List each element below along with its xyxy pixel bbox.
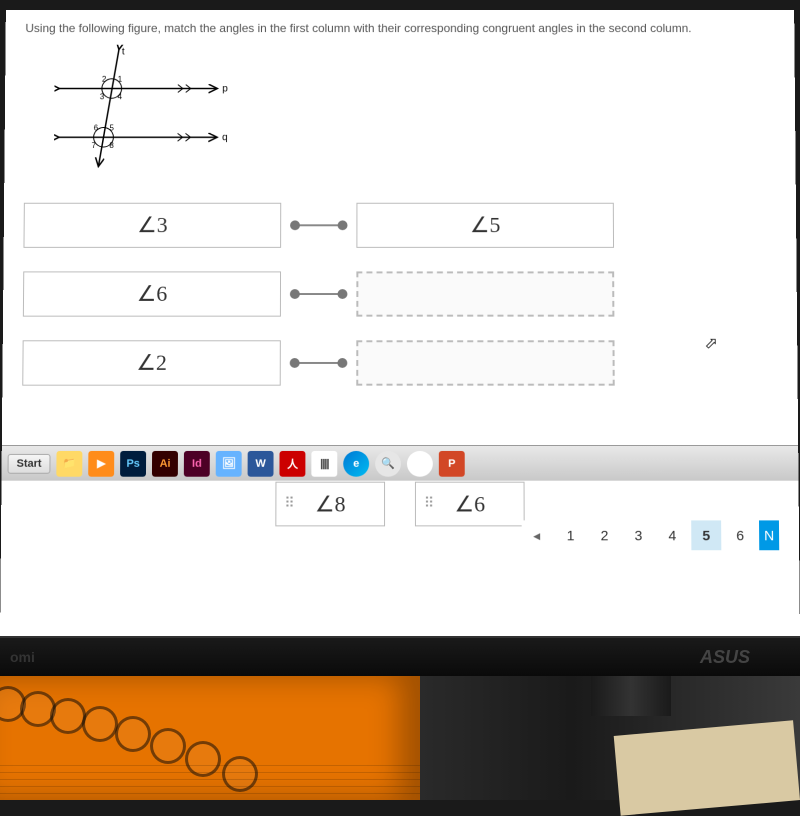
page-6-button[interactable]: 6 bbox=[725, 520, 755, 550]
edge-browser-icon[interactable]: e bbox=[343, 450, 369, 476]
page-5-button[interactable]: 5 bbox=[691, 520, 721, 550]
barcode-icon[interactable]: |||| bbox=[311, 450, 337, 476]
connector-icon bbox=[289, 360, 349, 366]
match-left-2[interactable]: ∠6 bbox=[23, 271, 281, 316]
indesign-icon[interactable]: Id bbox=[184, 450, 210, 476]
page-next-button[interactable]: N bbox=[759, 520, 779, 550]
match-right-1[interactable]: ∠5 bbox=[356, 203, 614, 248]
monitor-stand bbox=[591, 676, 671, 716]
illustrator-icon[interactable]: Ai bbox=[152, 450, 178, 476]
image-viewer-icon[interactable]: 🖼 bbox=[216, 450, 242, 476]
photoshop-icon[interactable]: Ps bbox=[120, 450, 146, 476]
paper bbox=[614, 720, 800, 815]
start-button[interactable]: Start bbox=[8, 453, 51, 473]
page-prev-button[interactable]: ◂ bbox=[522, 520, 552, 550]
page-1-button[interactable]: 1 bbox=[556, 520, 586, 550]
choice-label: ∠6 bbox=[454, 491, 485, 517]
page-2-button[interactable]: 2 bbox=[589, 520, 619, 550]
choice-2[interactable]: ⠿ ∠6 bbox=[415, 482, 525, 527]
match-left-1[interactable]: ∠3 bbox=[23, 203, 281, 248]
word-icon[interactable]: W bbox=[248, 450, 274, 476]
question-text: Using the following figure, match the an… bbox=[25, 21, 774, 35]
svg-text:7: 7 bbox=[92, 141, 96, 150]
svg-text:4: 4 bbox=[118, 92, 123, 101]
svg-text:8: 8 bbox=[109, 141, 114, 150]
desk-area bbox=[0, 676, 800, 800]
label-p: p bbox=[222, 84, 228, 95]
notebook bbox=[0, 676, 420, 800]
svg-text:6: 6 bbox=[94, 124, 99, 133]
svg-text:2: 2 bbox=[102, 75, 106, 84]
pagination: ◂ 1 2 3 4 5 6 N bbox=[522, 520, 780, 550]
drag-handle-icon: ⠿ bbox=[424, 496, 432, 513]
folder-icon[interactable]: 📁 bbox=[56, 450, 82, 476]
page-4-button[interactable]: 4 bbox=[657, 520, 687, 550]
match-right-2-dropzone[interactable] bbox=[356, 271, 614, 316]
monitor-bezel: omi ASUS bbox=[0, 636, 800, 676]
geometry-figure: t p q 2 1 3 4 6 5 7 8 bbox=[54, 45, 776, 172]
pdf-reader-icon[interactable]: 人 bbox=[280, 450, 306, 476]
port-label: omi bbox=[10, 649, 35, 665]
chrome-icon[interactable]: ◉ bbox=[407, 450, 433, 476]
svg-text:5: 5 bbox=[109, 124, 114, 133]
matching-area: ∠3 ∠5 ∠6 ∠2 ⬀ bbox=[22, 201, 779, 457]
svg-text:3: 3 bbox=[100, 92, 105, 101]
connector-icon bbox=[289, 291, 349, 297]
taskbar: Start 📁 ▶ Ps Ai Id 🖼 W 人 |||| e 🔍 ◉ P bbox=[1, 445, 798, 481]
label-q: q bbox=[222, 132, 228, 143]
connector-icon bbox=[289, 222, 348, 228]
drag-handle-icon: ⠿ bbox=[284, 496, 292, 513]
magnifier-icon[interactable]: 🔍 bbox=[375, 450, 401, 476]
svg-text:1: 1 bbox=[118, 75, 123, 84]
page-3-button[interactable]: 3 bbox=[623, 520, 653, 550]
match-right-3-dropzone[interactable] bbox=[356, 340, 614, 385]
media-player-icon[interactable]: ▶ bbox=[88, 450, 114, 476]
monitor-brand: ASUS bbox=[700, 647, 750, 668]
choice-label: ∠8 bbox=[315, 491, 346, 517]
powerpoint-icon[interactable]: P bbox=[439, 450, 465, 476]
label-t: t bbox=[122, 47, 125, 58]
match-left-3[interactable]: ∠2 bbox=[22, 340, 281, 385]
choice-1[interactable]: ⠿ ∠8 bbox=[275, 482, 385, 527]
